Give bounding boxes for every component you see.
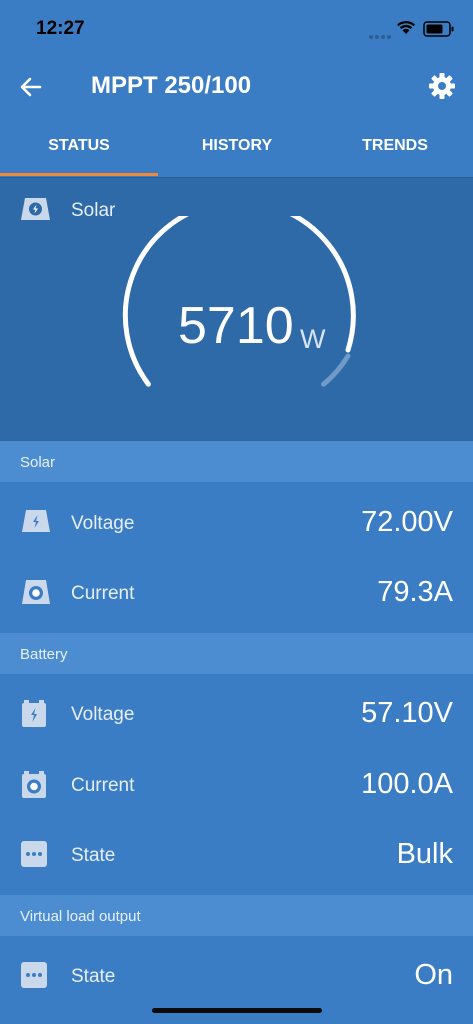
row-value: 79.3A xyxy=(377,576,453,608)
section-header-battery: Battery xyxy=(0,633,473,674)
row-value: 100.0A xyxy=(361,768,453,800)
tab-history[interactable]: HISTORY xyxy=(158,118,316,176)
app-bar: MPPT 250/100 xyxy=(0,58,473,118)
solar-panel-icon xyxy=(21,198,50,220)
gauge-unit: W xyxy=(300,324,326,354)
section-header-virtual-load: Virtual load output xyxy=(0,895,473,936)
solar-voltage-row: Voltage 72.00V xyxy=(0,489,473,559)
battery-icon xyxy=(423,21,454,37)
row-label: Voltage xyxy=(71,513,135,534)
home-indicator[interactable] xyxy=(152,1008,322,1013)
gear-icon[interactable] xyxy=(428,72,456,100)
battery-current-row: Current 100.0A xyxy=(0,751,473,821)
row-label: Current xyxy=(71,583,135,604)
battery-current-icon xyxy=(22,771,46,798)
status-time: 12:27 xyxy=(36,18,85,39)
tab-trends[interactable]: TRENDS xyxy=(316,118,473,176)
solar-bolt-icon xyxy=(22,510,50,532)
gauge-label: Solar xyxy=(71,200,116,221)
row-value: Bulk xyxy=(396,838,453,870)
row-label: State xyxy=(71,845,116,866)
virtual-load-state-row: State On xyxy=(0,942,473,1012)
solar-gauge-panel: Solar 5710 W xyxy=(0,178,473,441)
active-tab-indicator xyxy=(0,173,158,176)
wifi-icon xyxy=(397,20,415,34)
section-header-solar: Solar xyxy=(0,441,473,482)
page-title: MPPT 250/100 xyxy=(91,72,252,99)
row-label: Voltage xyxy=(71,704,135,725)
tab-bar: STATUS HISTORY TRENDS xyxy=(0,118,473,178)
battery-bolt-icon xyxy=(22,700,46,727)
status-bar: 12:27 xyxy=(0,0,473,58)
tab-status[interactable]: STATUS xyxy=(0,118,158,176)
row-label: State xyxy=(71,966,116,987)
battery-state-row: State Bulk xyxy=(0,821,473,891)
row-value: 57.10V xyxy=(361,697,453,729)
back-arrow-icon[interactable] xyxy=(18,74,44,100)
row-value: On xyxy=(414,959,453,991)
row-value: 72.00V xyxy=(361,506,453,538)
solar-current-icon xyxy=(22,580,50,604)
dots-icon xyxy=(21,962,47,988)
gauge-value: 5710 xyxy=(178,297,294,355)
battery-voltage-row: Voltage 57.10V xyxy=(0,680,473,750)
solar-current-row: Current 79.3A xyxy=(0,559,473,629)
dots-icon xyxy=(21,841,47,867)
row-label: Current xyxy=(71,775,135,796)
signal-dots-icon xyxy=(369,26,393,44)
